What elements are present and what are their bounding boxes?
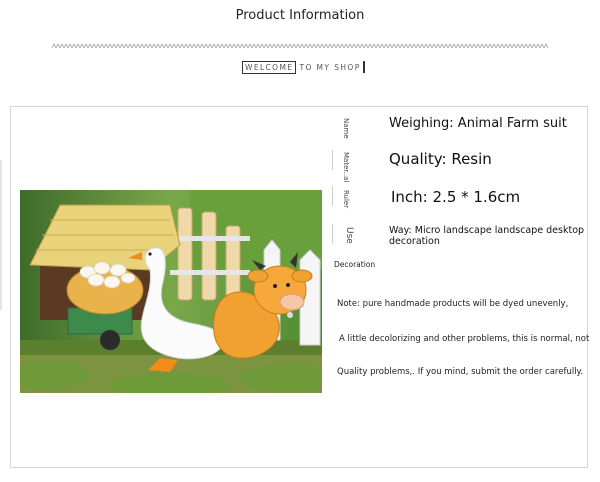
note-line-3: Quality problems,. If you mind, submit t… <box>337 367 584 377</box>
label-decoration: Decoration <box>334 260 376 269</box>
separator-tick <box>332 186 333 206</box>
label-use: Use <box>344 227 354 244</box>
note-line-1: Note: pure handmade products will be dye… <box>337 299 569 309</box>
note-line-2: A little decolorizing and other problems… <box>339 334 590 344</box>
spec-way-line2: decoration <box>389 236 440 247</box>
zigzag-divider <box>52 43 548 49</box>
welcome-rest-text: TO MY SHOP <box>299 62 361 72</box>
separator-tick <box>332 224 333 244</box>
product-photo <box>20 190 322 393</box>
welcome-bar <box>362 61 365 73</box>
welcome-banner: WELCOME TO MY SHOP <box>242 60 365 74</box>
label-material: Mater..al <box>342 152 350 183</box>
spec-way-line1: Way: Micro landscape landscape desktop <box>389 225 585 236</box>
spec-quality: Quality: Resin <box>389 150 492 168</box>
spec-inch: Inch: 2.5 * 1.6cm <box>391 188 521 206</box>
edge-mark <box>0 160 2 310</box>
page-title: Product Information <box>235 8 365 23</box>
welcome-boxed-text: WELCOME <box>242 60 297 74</box>
label-name: Name <box>342 118 350 139</box>
label-ruler: Ruler <box>342 190 350 209</box>
separator-tick <box>332 150 333 170</box>
spec-weighing: Weighing: Animal Farm suit <box>389 116 567 131</box>
